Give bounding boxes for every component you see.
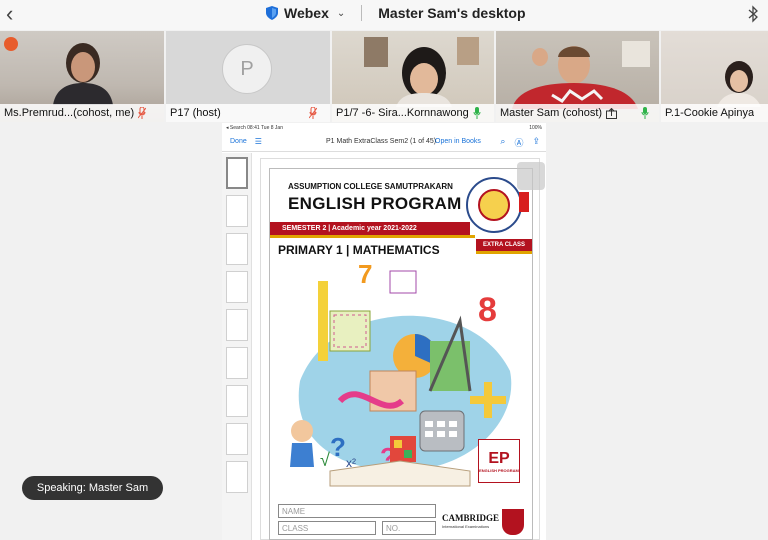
pdf-toolbar: Done ☰ P1 Math ExtraClass Sem2 (1 of 45)… (222, 132, 546, 152)
participant-tile[interactable]: P.1-Cookie Apinya (661, 31, 768, 122)
cambridge-subtitle: International Examinations (442, 524, 490, 529)
chevron-left-icon[interactable]: ‹ (6, 3, 13, 25)
school-name: ASSUMPTION COLLEGE SAMUTPRAKARN (288, 182, 453, 191)
document-page: ASSUMPTION COLLEGE SAMUTPRAKARN ENGLISH … (260, 158, 540, 540)
document-title: P1 Math ExtraClass Sem2 (1 of 45) (326, 138, 437, 145)
participant-name: P1/7 -6- Sira...Kornnawong (336, 107, 469, 119)
shared-screen[interactable]: ◂ Search 08:41 Tue 8 Jan 100% Done ☰ P1 … (222, 123, 546, 540)
svg-text:√: √ (320, 450, 330, 470)
participant-name-bar: P17 (host) (166, 104, 330, 122)
meeting-title[interactable]: Webex ⌄ Master Sam's desktop (266, 5, 526, 21)
svg-text:7: 7 (358, 261, 372, 289)
participant-tile[interactable]: Master Sam (cohost) (496, 31, 659, 122)
scroll-handle[interactable] (517, 162, 545, 190)
title-divider (361, 5, 363, 21)
thumbnail-page[interactable] (225, 195, 248, 227)
cambridge-crest-icon (502, 509, 524, 535)
subject-title: PRIMARY 1 | MATHEMATICS (278, 243, 440, 257)
thumbnail-page[interactable] (225, 271, 248, 303)
thumbnail-page[interactable] (225, 347, 248, 379)
ep-logo-letters: EP (488, 449, 510, 467)
participant-name: Master Sam (cohost) (500, 107, 603, 119)
host-badge-icon (4, 37, 18, 51)
app-name: Webex (284, 5, 329, 21)
participant-video (512, 41, 650, 109)
number-field: NO. (382, 521, 436, 535)
name-field: NAME (278, 504, 436, 518)
gold-stripe (476, 251, 532, 254)
thumbnail-page[interactable] (225, 461, 248, 493)
avatar: P (222, 44, 272, 94)
participant-name: Ms.Premrud...(cohost, me) (4, 107, 135, 119)
participant-name: P.1-Cookie Apinya (665, 107, 755, 119)
open-in-books-link[interactable]: Open in Books (435, 138, 481, 145)
ep-logo-subtitle: ENGLISH PROGRAM (479, 467, 519, 473)
thumbnail-page[interactable] (225, 157, 248, 189)
ep-logo-icon: EP ENGLISH PROGRAM (478, 439, 520, 483)
list-icon[interactable]: ☰ (255, 137, 262, 146)
thumbnail-page[interactable] (225, 233, 248, 265)
shared-desktop-title: Master Sam's desktop (378, 5, 526, 21)
participant-video (53, 43, 113, 105)
participant-video (717, 61, 761, 107)
thumbnail-page[interactable] (225, 385, 248, 417)
shield-icon (266, 6, 278, 20)
participant-name-bar: P.1-Cookie Apinya (661, 104, 768, 122)
share-screen-icon[interactable] (606, 107, 618, 119)
chevron-down-icon[interactable]: ⌄ (337, 8, 345, 19)
participant-tile[interactable]: P1/7 -6- Sira...Kornnawong (332, 31, 494, 122)
mic-active-icon[interactable] (473, 107, 481, 119)
school-seal-icon (466, 177, 522, 233)
participant-name-bar: P1/7 -6- Sira...Kornnawong (332, 104, 494, 122)
participant-name-bar: Ms.Premrud...(cohost, me) (0, 104, 164, 122)
markup-icon[interactable]: Ⓐ (514, 136, 523, 149)
page-thumbnails[interactable] (222, 153, 252, 540)
page-marker (519, 192, 529, 212)
cambridge-logo-text: CAMBRIDGE (442, 513, 500, 523)
gold-stripe (270, 235, 475, 238)
svg-text:?: ? (330, 432, 346, 462)
participant-video (364, 37, 479, 107)
thumbnail-page[interactable] (225, 309, 248, 341)
status-battery: 100% (529, 124, 542, 131)
participant-name: P17 (host) (170, 107, 221, 119)
search-icon[interactable]: ⌕ (500, 136, 505, 149)
speaking-indicator: Speaking: Master Sam (22, 476, 163, 500)
program-name: ENGLISH PROGRAM (288, 194, 462, 213)
mic-muted-icon[interactable] (138, 107, 147, 119)
book-cover: ASSUMPTION COLLEGE SAMUTPRAKARN ENGLISH … (269, 168, 533, 540)
bluetooth-icon (748, 5, 758, 23)
status-left: ◂ Search 08:41 Tue 8 Jan (226, 124, 283, 131)
mic-active-icon[interactable] (641, 107, 649, 119)
semester-banner: SEMESTER 2 | Academic year 2021-2022 (270, 222, 470, 235)
thumbnail-page[interactable] (225, 423, 248, 455)
share-icon[interactable]: ⇪ (532, 136, 540, 149)
done-button[interactable]: Done (230, 138, 247, 145)
meeting-top-bar: ‹ Webex ⌄ Master Sam's desktop (0, 0, 768, 30)
mic-muted-icon[interactable] (308, 107, 317, 119)
participant-tile[interactable]: Ms.Premrud...(cohost, me) (0, 31, 164, 122)
svg-text:x²: x² (346, 456, 356, 470)
extra-class-badge: EXTRA CLASS (476, 239, 532, 251)
ipad-status-bar: ◂ Search 08:41 Tue 8 Jan 100% (222, 123, 546, 132)
svg-text:8: 8 (478, 291, 497, 329)
class-field: CLASS (278, 521, 376, 535)
participant-name-bar: Master Sam (cohost) (496, 104, 659, 122)
